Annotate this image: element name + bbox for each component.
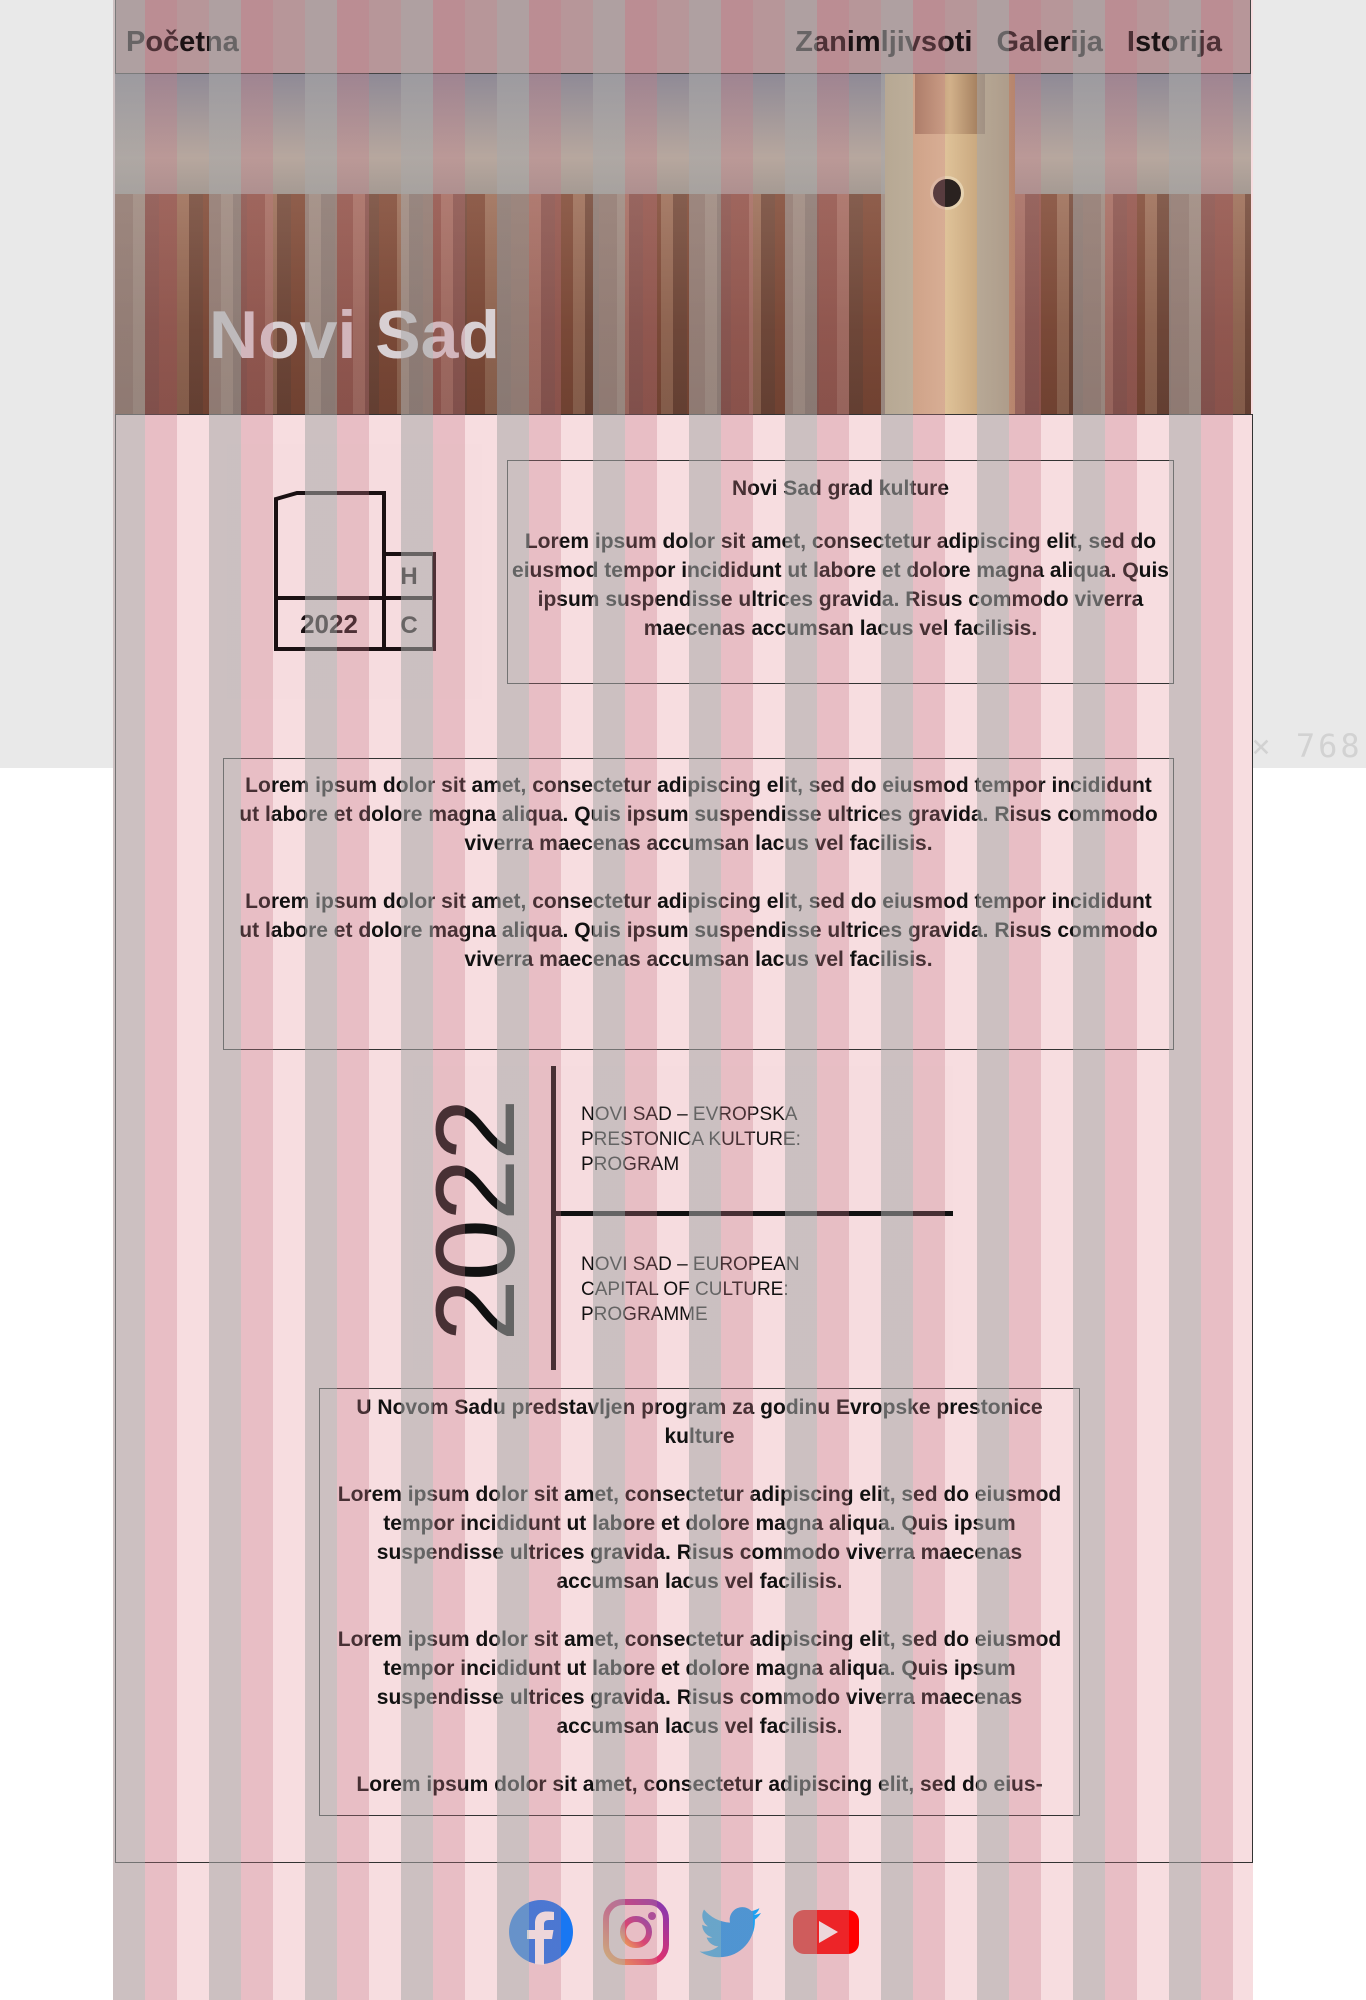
cathedral-spire	[915, 74, 985, 134]
text-section: Lorem ipsum dolor sit amet, consectetur …	[223, 758, 1174, 1050]
program-title-line: CAPITAL OF CULTURE:	[581, 1279, 789, 1300]
text-section-paragraph: Lorem ipsum dolor sit amet, consectetur …	[239, 774, 1158, 855]
intro-text: Lorem ipsum dolor sit amet, consectetur …	[512, 530, 1169, 640]
page: Početna Zanimljivsoti Galerija Istorija …	[113, 0, 1253, 2000]
main-content: 2022 H C Novi Sad grad kulture Lorem ips…	[115, 414, 1253, 1863]
nav-home-link[interactable]: Početna	[126, 26, 239, 59]
intro-box: Novi Sad grad kulture Lorem ipsum dolor …	[507, 460, 1174, 684]
program-divider-vertical	[551, 1066, 556, 1370]
instagram-icon[interactable]	[603, 1899, 669, 1965]
program-title-line: PROGRAMME	[581, 1304, 708, 1325]
ecoc-logo: 2022 H C	[227, 444, 482, 699]
clock-icon	[930, 176, 964, 210]
nav-link-galerija[interactable]: Galerija	[997, 26, 1103, 59]
program-title-line: PRESTONICA KULTURE:	[581, 1129, 801, 1150]
news-paragraph: Lorem ipsum dolor sit amet, consectetur …	[337, 1628, 1062, 1738]
intro-title: Novi Sad grad kulture	[731, 477, 950, 500]
nav-link-istorija[interactable]: Istorija	[1127, 26, 1222, 59]
news-paragraph: Lorem ipsum dolor sit amet, consectetur …	[356, 1773, 1043, 1796]
program-divider-horizontal	[551, 1211, 953, 1216]
logo-year: 2022	[300, 609, 358, 639]
nav-link-zanimljivosti[interactable]: Zanimljivsoti	[795, 26, 972, 59]
program-title-serbian: NOVI SAD – EVROPSKA PRESTONICA KULTURE: …	[581, 1102, 801, 1177]
navbar: Početna Zanimljivsoti Galerija Istorija	[115, 0, 1251, 74]
hero-banner: Novi Sad	[115, 74, 1251, 414]
ecoc-logo-icon: 2022 H C	[274, 491, 436, 651]
news-title: U Novom Sadu predstavljen program za god…	[356, 1396, 1043, 1448]
program-title-line: NOVI SAD – EVROPSKA	[581, 1104, 798, 1125]
logo-letter-c: C	[400, 612, 417, 639]
news-paragraph: Lorem ipsum dolor sit amet, consectetur …	[337, 1483, 1062, 1593]
nav-links: Zanimljivsoti Galerija Istorija	[795, 26, 1222, 59]
text-section-paragraph: Lorem ipsum dolor sit amet, consectetur …	[239, 890, 1158, 971]
logo-letter-h: H	[400, 563, 417, 590]
footer	[113, 1863, 1253, 2000]
twitter-icon[interactable]	[699, 1899, 765, 1965]
program-banner: 2022 NOVI SAD – EVROPSKA PRESTONICA KULT…	[413, 1066, 953, 1370]
program-year: 2022	[413, 1100, 538, 1342]
news-article: U Novom Sadu predstavljen program za god…	[319, 1388, 1080, 1816]
program-title-line: NOVI SAD – EUROPEAN	[581, 1254, 800, 1275]
hero-title: Novi Sad	[209, 297, 500, 373]
hero-sky	[115, 74, 1251, 194]
program-title-english: NOVI SAD – EUROPEAN CAPITAL OF CULTURE: …	[581, 1252, 800, 1327]
youtube-icon[interactable]	[793, 1899, 859, 1965]
program-title-line: PROGRAM	[581, 1154, 680, 1175]
facebook-icon[interactable]	[508, 1899, 574, 1965]
